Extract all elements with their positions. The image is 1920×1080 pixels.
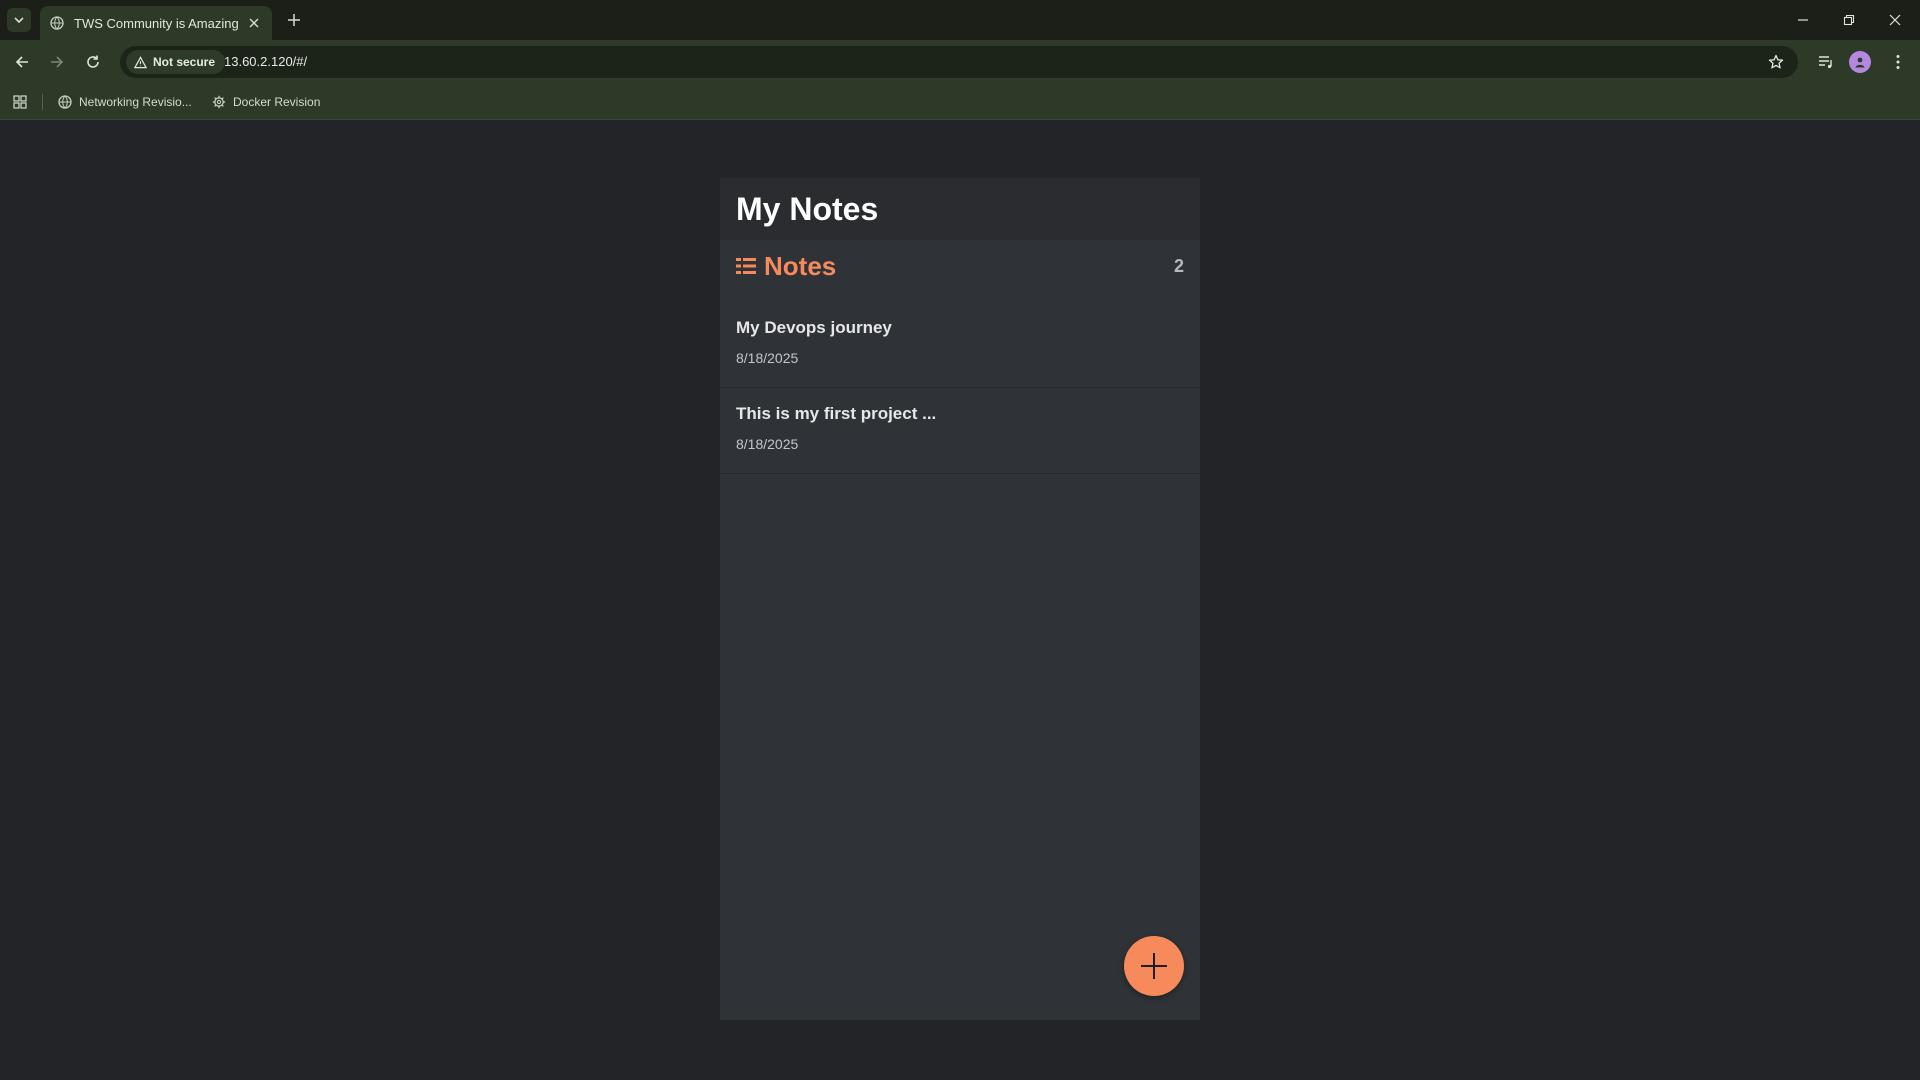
warning-icon bbox=[134, 55, 147, 68]
notes-list: My Devops journey 8/18/2025 This is my f… bbox=[720, 302, 1200, 474]
list-item[interactable]: This is my first project ... 8/18/2025 bbox=[720, 388, 1200, 474]
notes-count: 2 bbox=[1173, 255, 1184, 276]
new-tab-button[interactable] bbox=[282, 8, 306, 32]
note-title: My Devops journey bbox=[736, 318, 892, 337]
list-item[interactable]: My Devops journey 8/18/2025 bbox=[720, 302, 1200, 388]
url-text[interactable]: 13.60.2.120/#/ bbox=[224, 54, 307, 69]
close-window-button[interactable] bbox=[1872, 0, 1918, 40]
apps-button[interactable] bbox=[10, 92, 30, 112]
browser-titlebar: TWS Community is Amazing bbox=[0, 0, 1920, 40]
address-bar[interactable]: Not secure 13.60.2.120/#/ bbox=[120, 46, 1798, 78]
app-header: My Notes bbox=[720, 178, 1200, 240]
close-icon bbox=[1889, 14, 1901, 26]
note-title: This is my first project ... bbox=[736, 404, 937, 423]
bookmark-label: Docker Revision bbox=[233, 95, 321, 109]
globe-icon bbox=[50, 16, 64, 30]
profile-icon bbox=[1855, 57, 1865, 68]
bookmark-star-button[interactable] bbox=[1766, 52, 1786, 72]
plus-icon bbox=[288, 14, 300, 26]
bookmark-networking-revision[interactable]: Networking Revisio... bbox=[58, 90, 192, 114]
bookmarks-bar: Networking Revisio... Docker Revision bbox=[0, 84, 1920, 120]
notes-list-header: Notes 2 bbox=[720, 240, 1200, 292]
close-tab-button[interactable] bbox=[246, 15, 262, 31]
browser-toolbar: Not secure 13.60.2.120/#/ bbox=[0, 40, 1920, 84]
reload-button[interactable] bbox=[77, 46, 109, 78]
profile-button[interactable] bbox=[1844, 46, 1876, 78]
bookmarks-divider bbox=[42, 94, 43, 110]
reload-icon bbox=[87, 55, 99, 68]
bookmark-docker-revision[interactable]: Docker Revision bbox=[212, 90, 320, 114]
note-date: 8/18/2025 bbox=[736, 350, 799, 366]
browser-tab-active[interactable]: TWS Community is Amazing bbox=[40, 6, 272, 40]
restore-button[interactable] bbox=[1826, 0, 1872, 40]
tab-title: TWS Community is Amazing bbox=[74, 15, 239, 31]
minimize-icon bbox=[1798, 19, 1808, 21]
avatar bbox=[1849, 51, 1871, 73]
apps-grid-icon bbox=[13, 95, 27, 109]
notes-section-title: Notes bbox=[764, 250, 837, 281]
arrow-left-icon bbox=[15, 56, 28, 68]
page-title: My Notes bbox=[736, 190, 879, 227]
security-indicator[interactable]: Not secure bbox=[126, 50, 226, 74]
kebab-menu-icon bbox=[1896, 55, 1900, 69]
list-icon bbox=[736, 258, 756, 274]
add-note-button[interactable] bbox=[1124, 936, 1184, 996]
forward-button[interactable] bbox=[41, 46, 73, 78]
notes-app-panel: My Notes Notes 2 My Devops journey 8/18/… bbox=[720, 178, 1200, 1020]
globe-icon bbox=[58, 95, 72, 109]
back-button[interactable] bbox=[6, 46, 38, 78]
media-controls-button[interactable] bbox=[1810, 46, 1842, 78]
browser-menu-button[interactable] bbox=[1882, 46, 1914, 78]
arrow-right-icon bbox=[51, 56, 64, 68]
chevron-down-icon bbox=[14, 17, 24, 24]
note-date: 8/18/2025 bbox=[736, 436, 799, 452]
playlist-icon bbox=[1819, 56, 1832, 69]
security-label: Not secure bbox=[153, 55, 216, 69]
minimize-button[interactable] bbox=[1780, 0, 1826, 40]
restore-icon bbox=[1843, 14, 1855, 26]
star-icon bbox=[1768, 54, 1784, 69]
bookmark-label: Networking Revisio... bbox=[79, 95, 192, 109]
gear-icon bbox=[212, 95, 226, 109]
plus-icon bbox=[1141, 953, 1167, 979]
close-icon bbox=[249, 18, 259, 28]
tab-search-button[interactable] bbox=[7, 8, 31, 32]
